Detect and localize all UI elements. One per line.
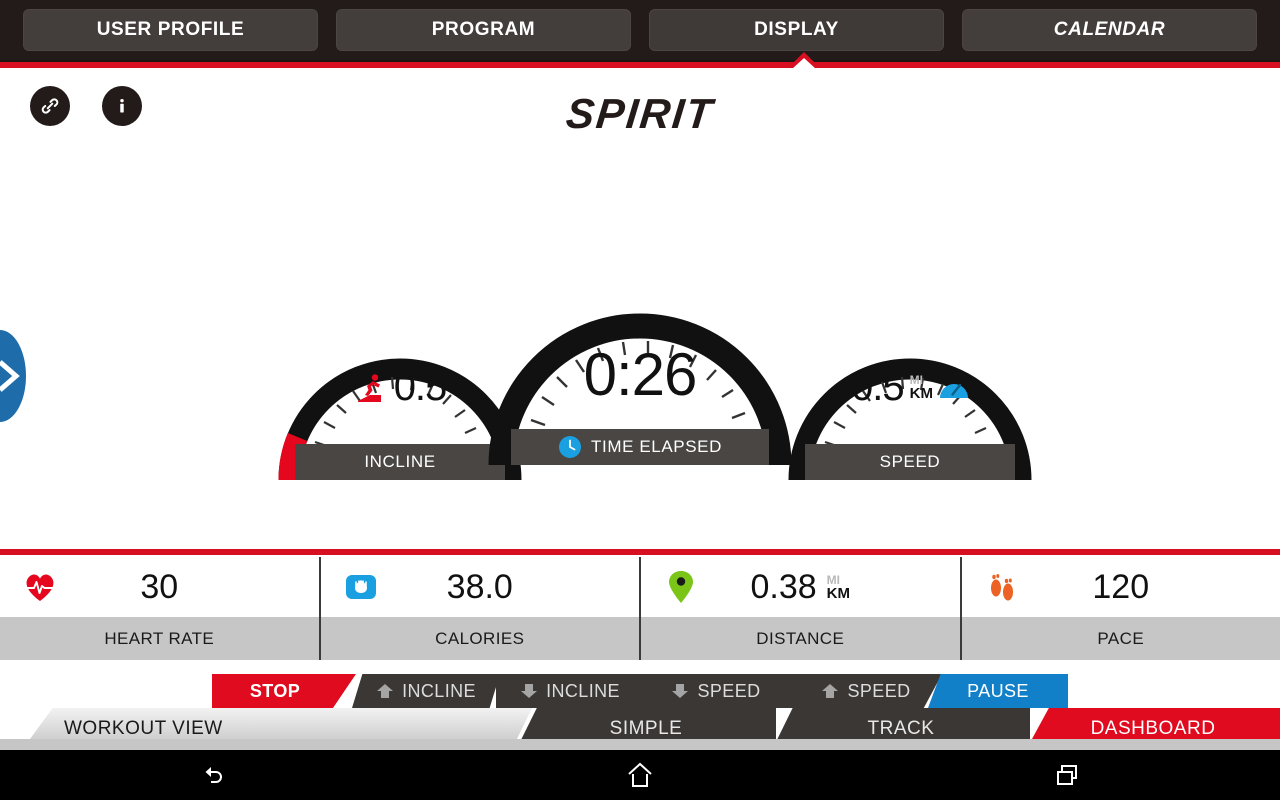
gauge-incline-value: 0.5 — [393, 365, 448, 409]
arrow-up-icon — [377, 684, 394, 698]
incline-up-button[interactable]: INCLINE — [352, 674, 500, 708]
metrics-red-divider — [0, 549, 1280, 555]
metric-distance-units: MI KM — [827, 574, 850, 601]
stop-button[interactable]: STOP — [212, 674, 356, 708]
metric-heart-rate[interactable]: 30 HEART RATE — [0, 557, 319, 660]
metric-distance-label: DISTANCE — [641, 617, 960, 660]
android-navigation-bar — [0, 750, 1280, 800]
gauge-speed-units: MI KM — [910, 374, 933, 401]
arrow-down-icon — [521, 684, 538, 698]
tab-calendar[interactable]: CALENDAR — [962, 9, 1257, 51]
speed-up-label: SPEED — [847, 680, 911, 701]
treadmill-console-screen: USER PROFILE PROGRAM DISPLAY CALENDAR SP… — [0, 0, 1280, 800]
metric-pace-label: PACE — [961, 617, 1280, 660]
gauge-time-label: TIME ELAPSED — [511, 429, 769, 465]
flame-icon — [343, 569, 379, 605]
pause-button-label: PAUSE — [967, 680, 1029, 701]
control-button-bar: STOP INCLINE INCLINE SPEED SPEED PAUSE — [0, 674, 1280, 708]
runner-incline-icon — [357, 373, 381, 402]
gauge-time-elapsed[interactable]: 0:26 TIME ELAPSED — [485, 250, 795, 465]
metric-calories-value: 38.0 — [446, 567, 513, 606]
view-tab-simple-label: SIMPLE — [609, 718, 683, 739]
arrow-down-icon — [672, 684, 689, 698]
metric-pace[interactable]: 120 PACE — [959, 557, 1280, 660]
metric-calories[interactable]: 38.0 CALORIES — [318, 557, 639, 660]
metric-distance-unit-km: KM — [826, 584, 850, 602]
tab-display[interactable]: DISPLAY — [649, 9, 944, 51]
metric-heart-rate-label: HEART RATE — [0, 617, 319, 660]
gauge-incline-label: INCLINE — [295, 444, 505, 480]
tab-user-profile[interactable]: USER PROFILE — [23, 9, 318, 51]
workout-view-title-text: WORKOUT VIEW — [64, 718, 223, 739]
metric-distance-top: 0.38 MI KM — [641, 557, 960, 617]
speed-down-button[interactable]: SPEED — [642, 674, 790, 708]
speed-down-label: SPEED — [697, 680, 761, 701]
gauge-speed-value-row: 0.5 MI KM — [785, 365, 1035, 410]
metrics-row: 30 HEART RATE 38.0 CALORIES 0.38 MI KM D… — [0, 557, 1280, 660]
metric-heart-rate-value: 30 — [140, 567, 179, 606]
chevron-right-icon — [0, 360, 20, 392]
gauge-time-value: 0:26 — [583, 341, 698, 408]
location-pin-icon — [663, 569, 699, 605]
incline-down-button[interactable]: INCLINE — [496, 674, 644, 708]
metric-distance-unit-mi: MI — [826, 572, 841, 587]
gauge-speed-unit-km: KM — [909, 385, 933, 402]
gauge-speed[interactable]: 0.5 MI KM SPEED — [785, 265, 1035, 480]
recents-icon[interactable] — [1032, 755, 1102, 795]
metric-pace-value: 120 — [1092, 567, 1150, 606]
metric-calories-label: CALORIES — [320, 617, 639, 660]
header: SPIRIT — [0, 68, 1280, 160]
clock-icon — [559, 436, 582, 458]
stop-button-label: STOP — [249, 680, 301, 701]
home-icon[interactable] — [605, 755, 675, 795]
view-tab-dashboard-label: DASHBOARD — [1090, 718, 1216, 739]
top-tab-bar: USER PROFILE PROGRAM DISPLAY CALENDAR — [0, 0, 1280, 60]
gauge-incline-label-text: INCLINE — [364, 452, 436, 471]
tab-program[interactable]: PROGRAM — [336, 9, 631, 51]
pause-button[interactable]: PAUSE — [928, 674, 1068, 708]
incline-up-label: INCLINE — [402, 680, 476, 701]
spirit-logo: SPIRIT — [563, 90, 717, 137]
gauge-time-value-row: 0:26 — [485, 340, 795, 409]
speed-up-button[interactable]: SPEED — [790, 674, 942, 708]
view-tab-track-label: TRACK — [867, 718, 935, 739]
metric-heart-rate-top: 30 — [0, 557, 319, 617]
incline-down-label: INCLINE — [546, 680, 620, 701]
active-tab-caret-inner-icon — [792, 58, 816, 69]
footprints-icon — [984, 569, 1020, 605]
gauge-time-label-text: TIME ELAPSED — [591, 437, 722, 456]
metric-distance[interactable]: 0.38 MI KM DISTANCE — [639, 557, 960, 660]
metric-calories-top: 38.0 — [320, 557, 639, 617]
arrow-up-icon — [822, 684, 839, 698]
back-icon[interactable] — [178, 755, 248, 795]
speedometer-icon — [939, 383, 968, 398]
bottom-grey-bar — [0, 739, 1280, 750]
gauge-speed-value: 0.5 — [851, 365, 905, 409]
gauge-cluster: 0.5 INCLINE 0:26 TIME ELAPSED 0.5 MI KM … — [0, 250, 1280, 480]
metric-distance-value: 0.38 — [750, 567, 817, 606]
heart-rate-icon — [22, 569, 58, 605]
top-red-divider — [0, 60, 1280, 68]
gauge-speed-label: SPEED — [805, 444, 1015, 480]
metric-pace-top: 120 — [961, 557, 1280, 617]
gauge-speed-label-text: SPEED — [879, 452, 941, 471]
